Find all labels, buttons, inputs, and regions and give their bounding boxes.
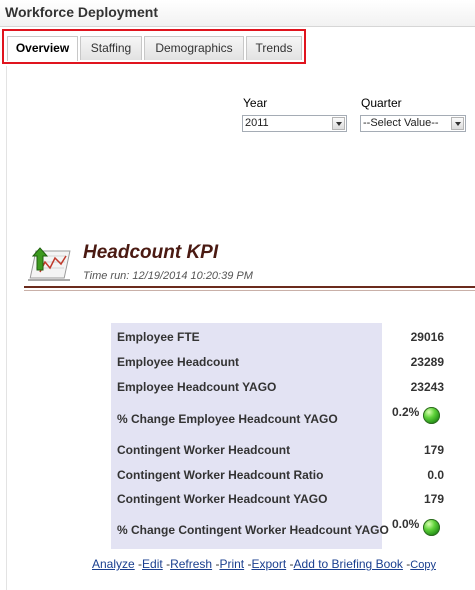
tab-trends[interactable]: Trends [246,36,302,60]
report-time-run: Time run: 12/19/2014 10:20:39 PM [83,270,253,282]
analyze-link[interactable]: Analyze [92,557,135,571]
kpi-label: Contingent Worker Headcount [117,443,291,457]
quarter-select[interactable]: --Select Value-- [360,115,466,132]
year-select[interactable]: 2011 [242,115,347,132]
kpi-label: % Change Contingent Worker Headcount YAG… [117,523,389,537]
link-separator: - [162,557,171,571]
tab-staffing[interactable]: Staffing [80,36,142,60]
quarter-label: Quarter [361,96,402,110]
kpi-value: 0.0 [427,468,444,482]
kpi-value: 179 [423,492,444,506]
edit-link[interactable]: Edit [142,557,163,571]
title-bar: Workforce Deployment [0,0,475,27]
copy-link[interactable]: Copy [410,559,436,571]
quarter-select-value: --Select Value-- [363,117,439,129]
report-title: Headcount KPI [83,242,219,263]
kpi-label: Contingent Worker Headcount YAGO [117,492,328,506]
content-border [6,66,7,590]
status-indicator-icon [423,407,440,424]
tab-overview[interactable]: Overview [7,36,78,61]
kpi-value: 29016 [410,330,444,344]
refresh-link[interactable]: Refresh [170,557,212,571]
kpi-label: % Change Employee Headcount YAGO [117,412,338,426]
export-link[interactable]: Export [251,557,286,571]
kpi-label: Employee Headcount YAGO [117,380,277,394]
link-separator: - [134,557,143,571]
kpi-label: Employee FTE [117,330,200,344]
title-divider-shadow [24,290,475,291]
chevron-down-icon[interactable] [332,117,345,130]
year-select-value: 2011 [245,117,269,129]
title-divider [24,286,475,288]
kpi-label: Employee Headcount [117,355,240,369]
kpi-value: 23289 [410,355,444,369]
chart-arrow-icon [28,247,71,281]
kpi-value: 0.2% [392,405,420,419]
kpi-value: 179 [423,443,444,457]
tab-demographics[interactable]: Demographics [144,36,244,60]
link-separator: - [286,557,294,571]
print-link[interactable]: Print [219,557,244,571]
kpi-label: Contingent Worker Headcount Ratio [117,468,324,482]
report-links: Analyze -Edit -Refresh -Print -Export -A… [92,557,436,571]
page-title: Workforce Deployment [5,4,158,20]
kpi-value: 23243 [410,380,444,394]
tab-bar: Overview Staffing Demographics Trends [2,29,306,64]
kpi-value: 0.0% [392,517,420,531]
status-indicator-icon [423,519,440,536]
year-label: Year [243,96,268,110]
add-to-briefing-book-link[interactable]: Add to Briefing Book [294,557,403,571]
chevron-down-icon[interactable] [451,117,464,130]
